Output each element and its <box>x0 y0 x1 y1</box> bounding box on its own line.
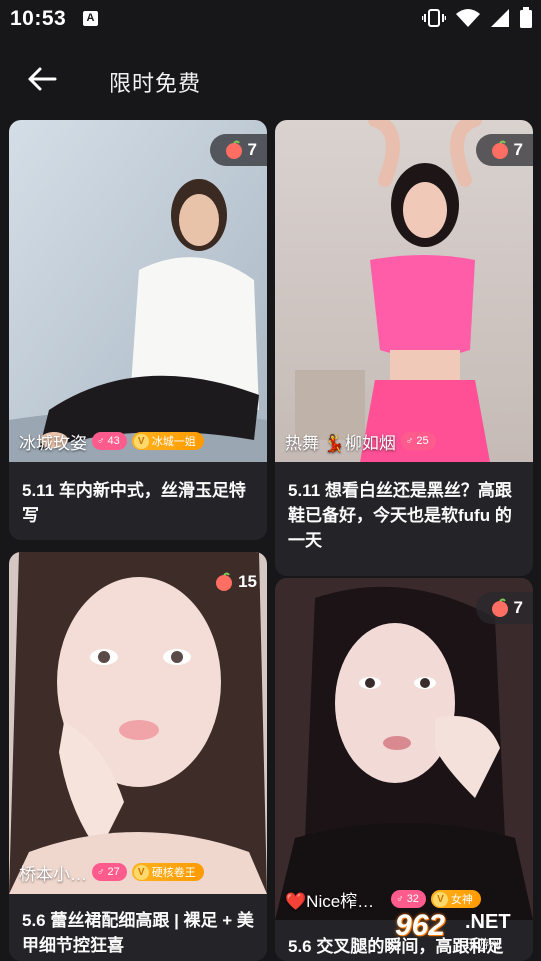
title-tag-label: 冰城一姐 <box>151 436 196 448</box>
level-badge: ♂ 27 <box>92 863 127 881</box>
peach-icon <box>491 140 508 159</box>
author-row[interactable]: 桥本小… ♂ 27 V 硬核卷王 <box>19 860 204 884</box>
peach-count-badge: 7 <box>209 134 267 166</box>
watermark-logo: 962 .NET 乐游网 <box>395 905 535 957</box>
peach-count-badge: 15 <box>200 566 267 598</box>
male-icon: ♂ <box>405 435 414 447</box>
author-row[interactable]: 热舞 💃柳如烟 ♂ 25 <box>285 429 436 453</box>
peach-icon <box>216 572 233 591</box>
peach-count-badge: 7 <box>475 134 533 166</box>
status-time: 10:53 <box>10 7 67 30</box>
video-card-1[interactable]: 7 冰城玫姿 ♂ 43 V 冰城一姐 5.11 车内新中式，丝滑玉足特写 <box>9 120 267 540</box>
status-icons <box>422 6 533 30</box>
v-badge-icon: V <box>133 864 149 880</box>
card-caption: 5.6 蕾丝裙配细高跟 | 裸足 + 美甲细节控狂喜 <box>22 911 254 955</box>
peach-count: 7 <box>513 598 523 617</box>
peach-icon <box>491 598 508 617</box>
card-thumbnail <box>9 552 267 894</box>
card-thumbnail <box>9 120 267 462</box>
watermark-number: 962 <box>395 909 446 942</box>
male-icon: ♂ <box>97 435 105 447</box>
title-tag: V 硬核卷王 <box>131 863 204 881</box>
notification-a-icon: A <box>83 11 98 26</box>
signal-icon <box>491 9 509 27</box>
watermark-net: .NET <box>465 911 511 933</box>
level-number: 25 <box>416 435 429 447</box>
card-thumbnail <box>275 578 533 920</box>
battery-icon <box>520 7 532 28</box>
back-arrow-icon[interactable] <box>26 64 60 94</box>
author-name: ❤️Nice榨… <box>285 891 375 911</box>
card-caption: 5.11 想看白丝还是黑丝？高跟鞋已备好，今天也是软fufu 的一天 <box>288 481 512 550</box>
peach-count-badge: 7 <box>475 592 533 624</box>
video-card-4[interactable]: 7 ❤️Nice榨… ♂ 32 V 女神 5.6 交叉腿的瞬间，高跟和足 <box>275 578 533 961</box>
page-title: 限时免费 <box>109 71 202 96</box>
v-badge-icon: V <box>133 433 149 449</box>
author-name: 热舞 💃柳如烟 <box>285 433 396 453</box>
level-badge: ♂ 43 <box>92 432 127 450</box>
peach-icon <box>225 140 242 159</box>
wifi-icon <box>456 9 480 27</box>
level-number: 43 <box>107 435 120 447</box>
video-card-2[interactable]: 7 热舞 💃柳如烟 ♂ 25 5.11 想看白丝还是黑丝？高跟鞋已备好，今天也是软… <box>275 120 533 576</box>
top-app-bar: 限时免费 <box>0 52 541 108</box>
video-card-3[interactable]: 15 桥本小… ♂ 27 V 硬核卷王 5.6 蕾丝裙配细高跟 | 裸足 + 美甲细… <box>9 552 267 961</box>
author-row[interactable]: 冰城玫姿 ♂ 43 V 冰城一姐 <box>19 429 204 453</box>
author-name: 冰城玫姿 <box>19 433 87 453</box>
male-icon: ♂ <box>97 866 105 878</box>
vibrate-icon <box>422 9 446 27</box>
title-tag: V 冰城一姐 <box>131 432 204 450</box>
level-number: 27 <box>107 866 120 878</box>
author-name: 桥本小… <box>19 864 87 884</box>
status-bar: 10:53 A <box>0 0 541 38</box>
title-tag-label: 硬核卷王 <box>151 867 196 879</box>
card-caption: 5.11 车内新中式，丝滑玉足特写 <box>22 481 246 525</box>
male-icon: ♂ <box>396 893 404 905</box>
peach-count: 15 <box>238 572 257 591</box>
watermark-subtitle: 乐游网 <box>465 937 502 951</box>
peach-count: 7 <box>513 140 523 159</box>
card-thumbnail <box>275 120 533 462</box>
peach-count: 7 <box>247 140 257 159</box>
level-number: 32 <box>406 893 419 905</box>
level-badge: ♂ 25 <box>400 432 436 450</box>
